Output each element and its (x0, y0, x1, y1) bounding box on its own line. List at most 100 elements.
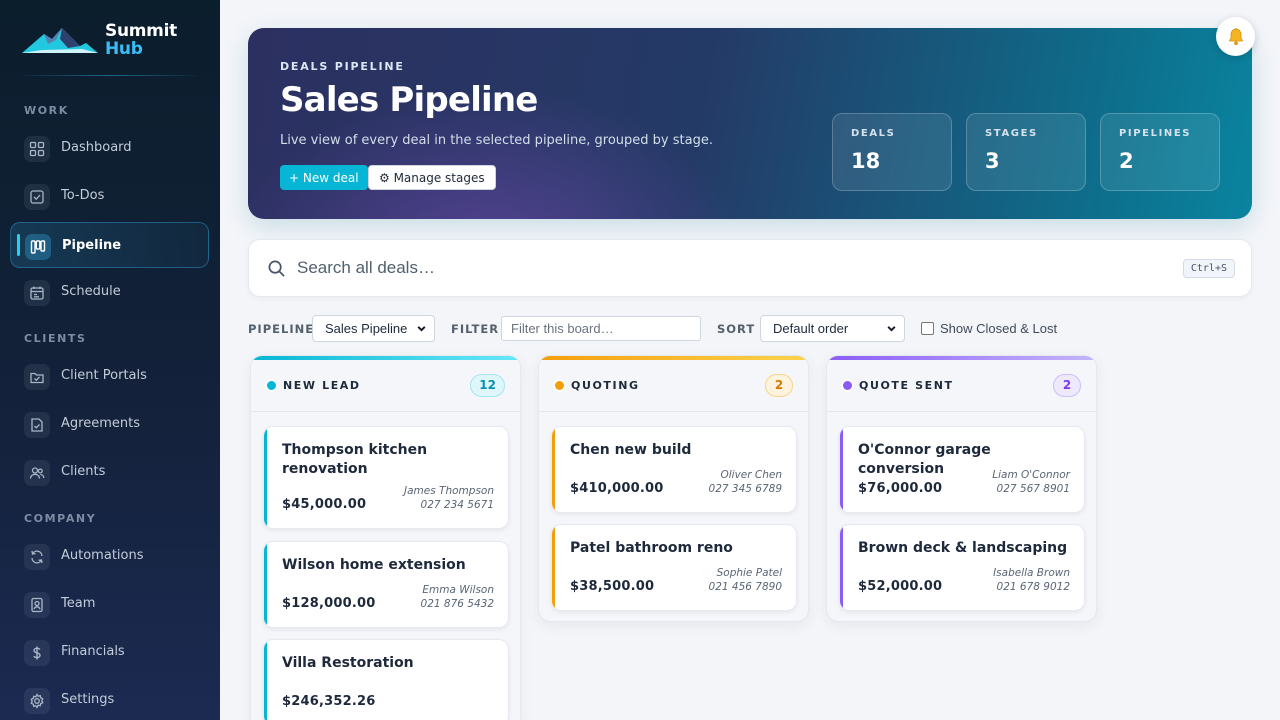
card-accent (264, 427, 267, 528)
brand-divider (24, 75, 196, 76)
card-accent (840, 427, 843, 512)
sidebar-item-pipeline[interactable]: Pipeline (10, 222, 209, 268)
sidebar-item-label: Settings (61, 692, 115, 707)
stage-column-quote-sent: QUOTE SENT 2 O'Connor garage conversion … (826, 355, 1097, 622)
active-indicator (17, 234, 20, 256)
deal-amount: $246,352.26 (282, 694, 376, 709)
sidebar-item-label: To-Dos (61, 188, 105, 203)
chevron-down-icon (417, 326, 426, 332)
card-accent (840, 525, 843, 610)
contact-name: Isabella Brown (993, 567, 1070, 579)
sidebar-item-label: Schedule (61, 284, 121, 299)
deal-name: Villa Restoration (282, 655, 414, 671)
contact-name: Sophie Patel (716, 567, 782, 579)
bell-icon (1228, 27, 1243, 45)
sidebar-item-todos[interactable]: To-Dos (10, 173, 209, 219)
stage-column-quoting: QUOTING 2 Chen new build $410,000.00 Oli… (538, 355, 809, 622)
pipeline-select[interactable]: Sales Pipeline (312, 315, 435, 342)
users-icon (24, 460, 50, 486)
stat-stages: STAGES 3 (966, 113, 1086, 191)
notifications-button[interactable] (1216, 17, 1255, 56)
sidebar: Summit Hub WORK Dashboard To-Dos Pipelin… (0, 0, 220, 720)
deal-card[interactable]: Villa Restoration $246,352.26 (263, 639, 509, 720)
filter-label: FILTER (451, 322, 500, 336)
stat-label: STAGES (985, 128, 1038, 139)
deal-contact: Oliver Chen 027 345 6789 (709, 468, 782, 496)
deal-amount: $52,000.00 (858, 579, 943, 594)
sidebar-item-label: Financials (61, 644, 125, 659)
show-closed-checkbox[interactable] (921, 322, 934, 335)
column-header: QUOTE SENT 2 (827, 360, 1096, 412)
sidebar-item-team[interactable]: Team (10, 581, 209, 627)
deal-contact: James Thompson 027 234 5671 (404, 484, 494, 512)
search-shortcut-badge: Ctrl+S (1182, 259, 1235, 278)
new-deal-button[interactable]: + New deal (280, 165, 368, 190)
pipeline-select-value: Sales Pipeline (325, 321, 408, 336)
deal-contact: Sophie Patel 021 456 7890 (709, 566, 782, 594)
brand[interactable]: Summit Hub (22, 20, 198, 60)
kanban-icon (25, 234, 51, 260)
sort-select-value: Default order (773, 321, 849, 336)
board-filter-input[interactable] (501, 316, 701, 341)
column-title: QUOTING (571, 379, 640, 392)
folder-check-icon (24, 364, 50, 390)
sidebar-item-client-portals[interactable]: Client Portals (10, 353, 209, 399)
gear-icon (24, 688, 50, 714)
sidebar-item-label: Automations (61, 548, 144, 563)
page-title: Sales Pipeline (280, 80, 538, 120)
deal-name: Chen new build (570, 442, 692, 458)
deal-contact: Isabella Brown 021 678 9012 (993, 566, 1070, 594)
column-count-badge: 12 (470, 374, 505, 397)
deal-card[interactable]: Patel bathroom reno $38,500.00 Sophie Pa… (551, 524, 797, 611)
file-check-icon (24, 412, 50, 438)
sidebar-item-dashboard[interactable]: Dashboard (10, 125, 209, 171)
deal-contact: Liam O'Connor 027 567 8901 (992, 468, 1070, 496)
deal-amount: $45,000.00 (282, 497, 367, 512)
brand-name: Summit Hub (105, 22, 177, 58)
column-count-badge: 2 (1053, 374, 1081, 397)
sidebar-item-automations[interactable]: Automations (10, 533, 209, 579)
hero-eyebrow: DEALS PIPELINE (280, 60, 405, 73)
column-header: NEW LEAD 12 (251, 360, 520, 412)
sidebar-item-clients[interactable]: Clients (10, 449, 209, 495)
search-icon (268, 260, 285, 277)
dollar-icon (24, 640, 50, 666)
stat-label: PIPELINES (1119, 128, 1192, 139)
contact-phone: 027 234 5671 (420, 499, 494, 511)
sidebar-item-schedule[interactable]: Schedule (10, 269, 209, 315)
contact-phone: 021 456 7890 (708, 581, 782, 593)
deal-card[interactable]: Wilson home extension $128,000.00 Emma W… (263, 541, 509, 628)
show-closed-label: Show Closed & Lost (940, 321, 1058, 336)
id-badge-icon (24, 592, 50, 618)
deal-card[interactable]: Chen new build $410,000.00 Oliver Chen 0… (551, 426, 797, 513)
show-closed-toggle[interactable]: Show Closed & Lost (921, 321, 1057, 336)
contact-name: Oliver Chen (720, 469, 782, 481)
stage-dot (555, 381, 564, 390)
contact-phone: 027 567 8901 (996, 483, 1070, 495)
brand-line2: Hub (105, 39, 143, 59)
deal-card[interactable]: Thompson kitchen renovation $45,000.00 J… (263, 426, 509, 529)
stage-column-new-lead: NEW LEAD 12 Thompson kitchen renovation … (250, 355, 521, 720)
sidebar-item-label: Pipeline (62, 238, 122, 253)
sidebar-item-agreements[interactable]: Agreements (10, 401, 209, 447)
stat-value: 18 (851, 149, 881, 173)
sort-select[interactable]: Default order (760, 315, 905, 342)
manage-stages-button[interactable]: ⚙ Manage stages (368, 165, 496, 190)
stage-dot (843, 381, 852, 390)
column-header: QUOTING 2 (539, 360, 808, 412)
column-count-badge: 2 (765, 374, 793, 397)
deal-card[interactable]: Brown deck & landscaping $52,000.00 Isab… (839, 524, 1085, 611)
sort-label: SORT (717, 322, 756, 336)
contact-phone: 027 345 6789 (708, 483, 782, 495)
column-title: NEW LEAD (283, 379, 361, 392)
sidebar-item-financials[interactable]: Financials (10, 629, 209, 675)
nav-section-clients: CLIENTS (24, 332, 87, 345)
deal-name: Patel bathroom reno (570, 540, 733, 556)
nav-section-work: WORK (24, 104, 69, 117)
stat-pipelines: PIPELINES 2 (1100, 113, 1220, 191)
mountain-logo-icon (22, 28, 98, 53)
sidebar-item-settings[interactable]: Settings (10, 677, 209, 720)
deal-card[interactable]: O'Connor garage conversion $76,000.00 Li… (839, 426, 1085, 513)
sidebar-item-label: Agreements (61, 416, 140, 431)
search-input[interactable] (297, 254, 1157, 282)
